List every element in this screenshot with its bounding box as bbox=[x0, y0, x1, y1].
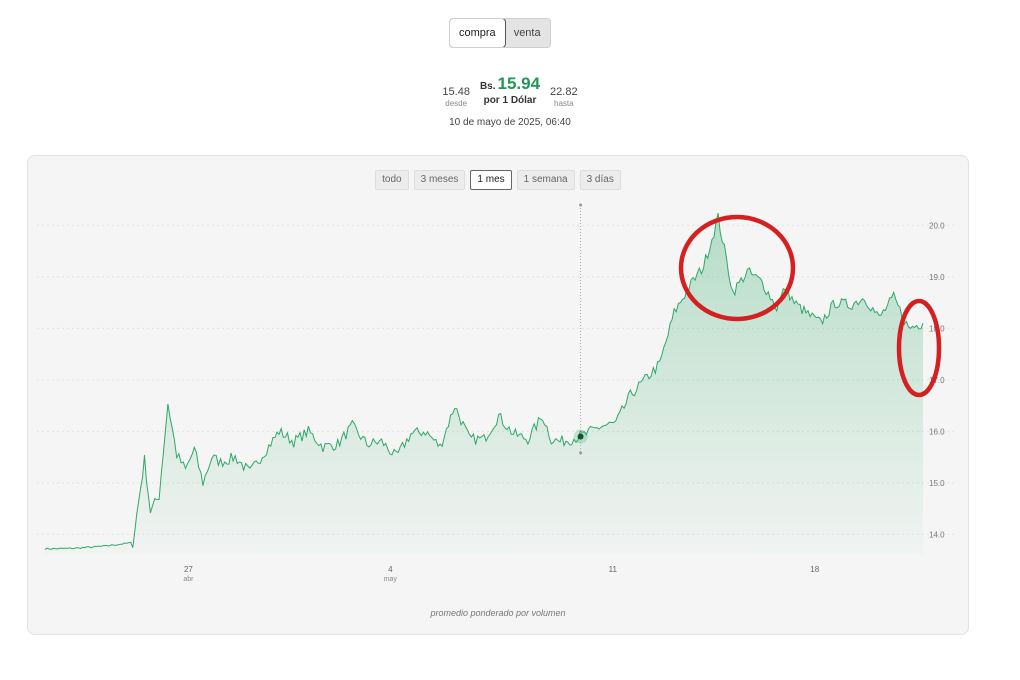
high-block: 22.82 hasta bbox=[550, 74, 578, 108]
x-axis-labels: 27 abr 4 may 11 18 bbox=[183, 565, 819, 583]
price-chart[interactable]: 20.019.018.017.016.015.014.0 27abr4may11… bbox=[27, 155, 969, 635]
per-unit-label: por 1 Dólar bbox=[483, 95, 537, 106]
y-tick-label: 16.0 bbox=[929, 427, 945, 436]
low-label: desde bbox=[445, 99, 468, 108]
x-tick-label: 4 bbox=[388, 565, 393, 574]
y-tick-label: 20.0 bbox=[929, 221, 945, 230]
low-block: 15.48 desde bbox=[442, 74, 470, 108]
buy-sell-toggle: compra venta bbox=[449, 18, 551, 48]
low-value: 15.48 bbox=[442, 86, 470, 98]
current-price: 15.94 bbox=[497, 74, 541, 93]
y-tick-label: 19.0 bbox=[929, 273, 945, 282]
rate-summary: 15.48 desde Bs. 15.94 por 1 Dólar 22.82 … bbox=[0, 74, 1020, 108]
x-tick-month: abr bbox=[183, 576, 194, 583]
hover-point bbox=[577, 433, 584, 440]
high-value: 22.82 bbox=[550, 86, 578, 98]
venta-option[interactable]: venta bbox=[505, 19, 550, 47]
hover-crosshair bbox=[573, 203, 588, 455]
x-tick-label: 11 bbox=[609, 565, 618, 574]
currency-label: Bs. bbox=[479, 81, 496, 92]
x-tick-month: may bbox=[384, 576, 398, 583]
current-rate: Bs. 15.94 por 1 Dólar bbox=[480, 74, 540, 106]
timestamp: 10 de mayo de 2025, 06:40 bbox=[449, 117, 571, 128]
crosshair-bottom-dot bbox=[579, 451, 583, 455]
crosshair-top-dot bbox=[579, 203, 583, 207]
y-tick-label: 15.0 bbox=[929, 479, 945, 488]
high-label: hasta bbox=[554, 99, 574, 108]
compra-option[interactable]: compra bbox=[449, 19, 506, 47]
x-tick-label: 27 bbox=[184, 565, 193, 574]
x-tick-label: 18 bbox=[810, 565, 819, 574]
y-tick-label: 14.0 bbox=[929, 530, 945, 539]
